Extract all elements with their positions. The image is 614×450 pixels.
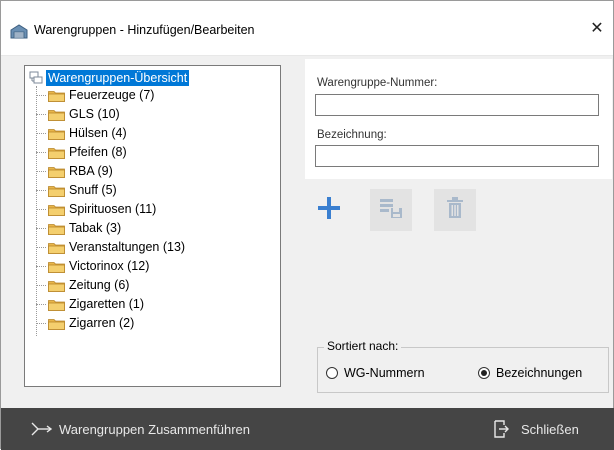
name-input[interactable] <box>315 145 599 167</box>
tree-item[interactable]: Zigaretten (1) <box>36 295 144 313</box>
tree-item-label: Feuerzeuge (7) <box>69 88 155 102</box>
tree-item-label: RBA (9) <box>69 164 113 178</box>
tree-item[interactable]: Spirituosen (11) <box>36 200 156 218</box>
tree-item-label: Zigarren (2) <box>69 316 135 330</box>
folder-icon <box>48 89 65 102</box>
tree-item[interactable]: Tabak (3) <box>36 219 121 237</box>
sort-by-name-label: Bezeichnungen <box>496 366 583 380</box>
tree-item[interactable]: GLS (10) <box>36 105 120 123</box>
tree-item-label: Pfeifen (8) <box>69 145 127 159</box>
trash-icon <box>444 196 466 225</box>
folder-icon <box>48 146 65 159</box>
tree-branch-line <box>36 94 46 96</box>
tree-branch-line <box>36 189 46 191</box>
tree-item[interactable]: Victorinox (12) <box>36 257 149 275</box>
close-icon[interactable]: ✕ <box>589 20 605 38</box>
title-bar: Warengruppen - Hinzufügen/Bearbeiten ✕ <box>1 1 613 56</box>
tree-branch-line <box>36 208 46 210</box>
sort-by-number-radio[interactable] <box>326 367 338 379</box>
tree-branch-line <box>36 227 46 229</box>
merge-groups-label: Warengruppen Zusammenführen <box>59 421 251 437</box>
sort-by-name-radio[interactable] <box>478 367 490 379</box>
save-list-icon <box>378 196 404 225</box>
tree-item-label: Veranstaltungen (13) <box>69 240 186 254</box>
warehouse-icon <box>10 23 28 39</box>
folder-icon <box>48 108 65 121</box>
tree-item-label: Snuff (5) <box>69 183 117 197</box>
folder-icon <box>48 298 65 311</box>
tree-item[interactable]: Zeitung (6) <box>36 276 129 294</box>
delete-button[interactable] <box>434 189 476 231</box>
folder-icon <box>48 184 65 197</box>
tree-root[interactable]: Warengruppen-Übersicht <box>29 69 190 86</box>
tree-item[interactable]: Hülsen (4) <box>36 124 127 142</box>
tree-branch-line <box>36 284 46 286</box>
sort-by-number-option[interactable]: WG-Nummern <box>326 366 425 380</box>
tree-item-label: Hülsen (4) <box>69 126 127 140</box>
edit-form: Warengruppe-Nummer: Bezeichnung: <box>305 59 612 179</box>
tree-item[interactable]: Feuerzeuge (7) <box>36 86 154 104</box>
tree-item-label: GLS (10) <box>69 107 120 121</box>
number-input[interactable] <box>315 94 599 116</box>
tree-item-label: Spirituosen (11) <box>69 202 157 216</box>
tree-branch-line <box>36 246 46 248</box>
category-tree[interactable]: Warengruppen-Übersicht Feuerzeuge (7) GL… <box>24 65 281 387</box>
tree-item[interactable]: Snuff (5) <box>36 181 117 199</box>
window-title: Warengruppen - Hinzufügen/Bearbeiten <box>34 23 255 37</box>
tree-item[interactable]: Veranstaltungen (13) <box>36 238 185 256</box>
merge-arrow-icon <box>31 422 53 436</box>
tree-item[interactable]: Pfeifen (8) <box>36 143 127 161</box>
tree-item[interactable]: RBA (9) <box>36 162 113 180</box>
folder-icon <box>48 127 65 140</box>
exit-icon <box>493 420 509 438</box>
folder-icon <box>48 317 65 330</box>
sort-by-name-option[interactable]: Bezeichnungen <box>478 366 582 380</box>
tree-branch-line <box>36 322 46 324</box>
tree-branch-line <box>36 151 46 153</box>
tree-branch-line <box>36 170 46 172</box>
folder-icon <box>48 203 65 216</box>
folder-icon <box>48 222 65 235</box>
sort-legend: Sortiert nach: <box>324 339 402 353</box>
tree-root-label[interactable]: Warengruppen-Übersicht <box>46 69 190 86</box>
folder-icon <box>48 279 65 292</box>
folder-icon <box>48 241 65 254</box>
tree-item-label: Zigaretten (1) <box>69 297 145 311</box>
tree-root-icon <box>29 70 44 85</box>
close-button[interactable]: Schließen <box>493 408 579 450</box>
close-button-label: Schließen <box>521 421 579 437</box>
sort-by-number-label: WG-Nummern <box>344 366 425 380</box>
tree-item-label: Zeitung (6) <box>69 278 130 292</box>
tree-branch-line <box>36 265 46 267</box>
folder-icon <box>48 165 65 178</box>
tree-branch-line <box>36 132 46 134</box>
folder-icon <box>48 260 65 273</box>
footer-bar: Warengruppen Zusammenführen Schließen <box>1 408 614 450</box>
number-label: Warengruppe-Nummer: <box>317 77 438 89</box>
tree-branch-line <box>36 303 46 305</box>
name-label: Bezeichnung: <box>317 129 387 141</box>
add-button[interactable] <box>308 189 350 231</box>
tree-branch-line <box>36 113 46 115</box>
tree-item[interactable]: Zigarren (2) <box>36 314 134 332</box>
dialog-window: Warengruppen - Hinzufügen/Bearbeiten ✕ W… <box>0 0 614 450</box>
tree-item-label: Tabak (3) <box>69 221 122 235</box>
save-button[interactable] <box>370 189 412 231</box>
tree-item-label: Victorinox (12) <box>69 259 150 273</box>
plus-icon <box>316 195 342 226</box>
sort-groupbox: Sortiert nach: WG-Nummern Bezeichnungen <box>317 339 609 393</box>
merge-groups-button[interactable]: Warengruppen Zusammenführen <box>31 408 250 450</box>
